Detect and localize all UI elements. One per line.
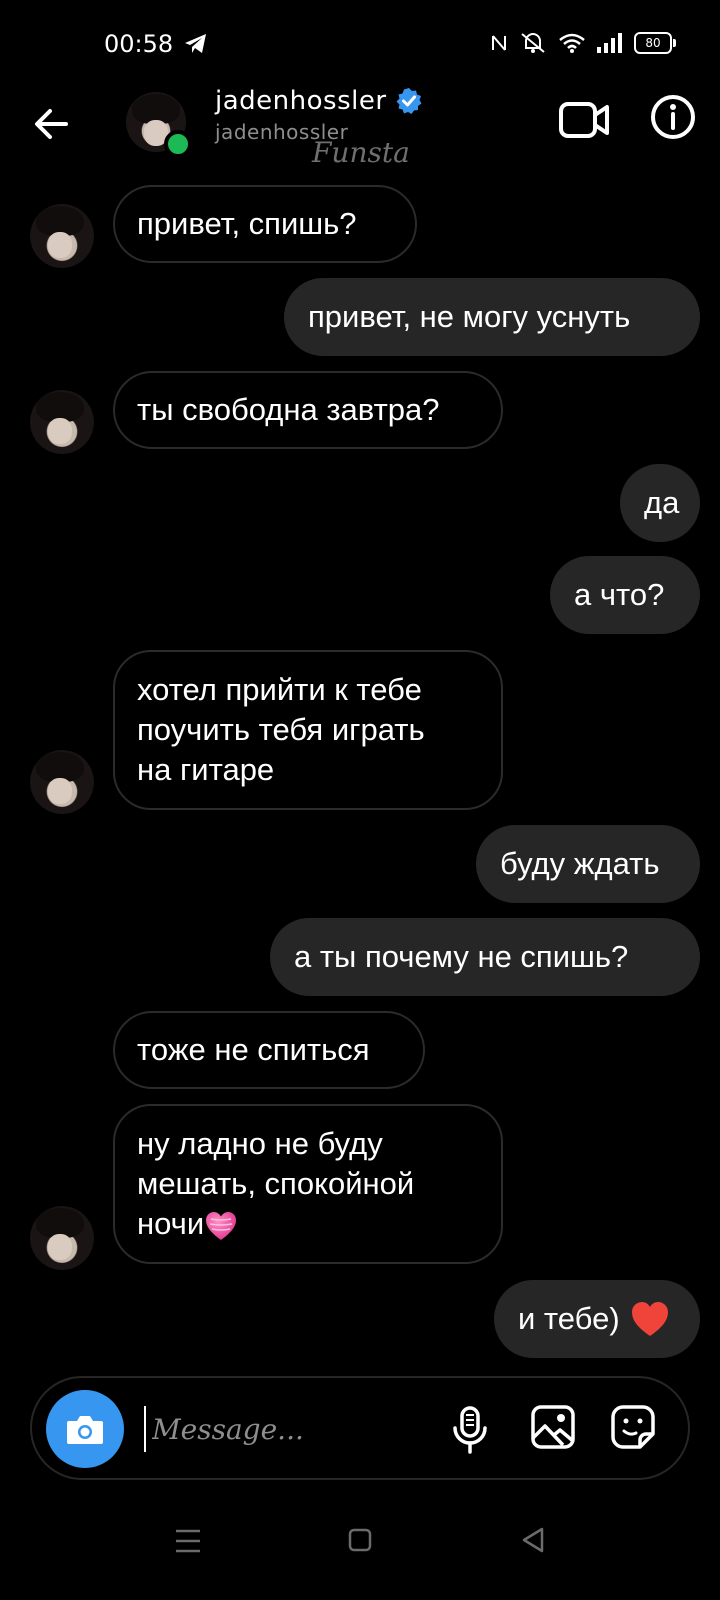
message-avatar[interactable] xyxy=(30,204,94,268)
camera-button[interactable] xyxy=(46,1390,124,1468)
message-avatar[interactable] xyxy=(30,750,94,814)
mute-icon xyxy=(521,33,545,53)
message-bubble-sent[interactable]: и тебе) xyxy=(494,1280,700,1358)
pink-heart-emoji-icon xyxy=(206,1211,237,1240)
telegram-icon xyxy=(185,34,206,53)
nav-back-icon[interactable] xyxy=(520,1526,546,1554)
message-text: а ты почему не спишь? xyxy=(294,939,629,974)
online-status-dot xyxy=(164,130,192,158)
message-input[interactable] xyxy=(144,1406,434,1452)
message-bubble-received[interactable]: тоже не спиться xyxy=(113,1011,425,1089)
message-text: и тебе) xyxy=(518,1301,620,1336)
status-time: 00:58 xyxy=(104,30,174,58)
red-heart-emoji-icon xyxy=(631,1302,668,1336)
message-bubble-sent[interactable]: а ты почему не спишь? xyxy=(270,918,700,996)
back-arrow-icon[interactable] xyxy=(30,102,74,146)
status-bar: 00:58 80 xyxy=(0,0,720,90)
message-text: хотел прийти к тебе поучить тебя играть … xyxy=(137,672,425,787)
verified-badge-icon xyxy=(396,88,422,114)
message-composer xyxy=(30,1376,690,1480)
message-text: привет, спишь? xyxy=(137,206,357,241)
message-text: тоже не спиться xyxy=(137,1032,370,1067)
message-avatar[interactable] xyxy=(30,1206,94,1270)
battery-icon: 80 xyxy=(634,32,676,54)
message-text-with-emoji: ну ладно не буду мешать, спокойной ночи xyxy=(137,1124,414,1244)
message-bubble-received[interactable]: привет, спишь? xyxy=(113,185,417,263)
message-text: ну ладно не буду мешать, спокойной ночи xyxy=(137,1126,415,1241)
recent-apps-icon[interactable] xyxy=(174,1528,202,1554)
message-bubble-sent[interactable]: да xyxy=(620,464,700,542)
camera-icon xyxy=(67,1416,103,1444)
system-nav-bar xyxy=(0,1500,720,1600)
message-bubble-received[interactable]: ты свободна завтра? xyxy=(113,371,503,449)
message-bubble-sent[interactable]: привет, не могу уснуть xyxy=(284,278,700,356)
contact-name-row: jadenhossler xyxy=(215,86,423,116)
message-bubble-sent[interactable]: а что? xyxy=(550,556,700,634)
dm-screen: 00:58 80 jadenhossler jadenhossler Funst… xyxy=(0,0,720,1600)
message-avatar[interactable] xyxy=(30,390,94,454)
message-text: привет, не могу уснуть xyxy=(308,299,631,334)
info-icon[interactable] xyxy=(650,94,696,140)
nfc-icon xyxy=(492,35,506,51)
chat-header: jadenhossler jadenhossler Funsta xyxy=(0,86,720,169)
sticker-icon[interactable] xyxy=(610,1404,656,1450)
message-bubble-sent[interactable]: буду ждать xyxy=(476,825,700,903)
message-bubble-received[interactable]: хотел прийти к тебе поучить тебя играть … xyxy=(113,650,503,810)
microphone-icon[interactable] xyxy=(450,1406,490,1454)
status-icons: 80 xyxy=(490,32,676,54)
message-bubble-received[interactable]: ну ладно не буду мешать, спокойной ночи xyxy=(113,1104,503,1264)
wifi-icon xyxy=(559,33,585,53)
message-text: ты свободна завтра? xyxy=(137,392,440,427)
watermark-text: Funsta xyxy=(312,136,410,169)
contact-avatar[interactable] xyxy=(126,92,192,158)
gallery-icon[interactable] xyxy=(530,1404,576,1450)
signal-icon xyxy=(597,33,622,53)
video-call-icon[interactable] xyxy=(558,98,610,142)
contact-name: jadenhossler xyxy=(215,86,387,116)
message-text: да xyxy=(644,485,680,520)
message-text: а что? xyxy=(574,577,665,612)
battery-level: 80 xyxy=(634,32,672,54)
message-text: буду ждать xyxy=(500,846,660,881)
home-icon[interactable] xyxy=(348,1528,372,1552)
